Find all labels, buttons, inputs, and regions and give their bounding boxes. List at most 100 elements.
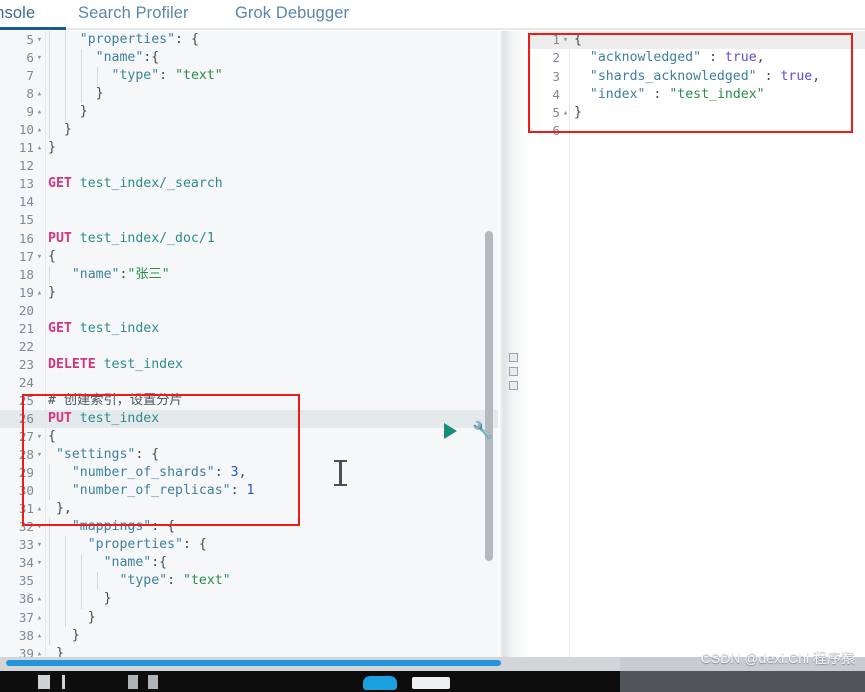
line-number: 16 (18, 230, 34, 246)
editor-line[interactable]: 28 ▾ "settings": { (0, 446, 498, 464)
editor-line[interactable]: 37 ▴ } (0, 608, 498, 627)
request-editor[interactable]: 5 ▾ "properties": {6 ▾ "name":{7 "type": "… (0, 31, 498, 671)
taskbar-tray[interactable] (620, 671, 865, 692)
fold-toggle-icon[interactable]: ▴ (35, 590, 44, 608)
code-text: GET test_index (48, 320, 160, 336)
editor-line[interactable]: 35 "type": "text" (0, 572, 498, 591)
editor-line[interactable]: 10 ▴ } (0, 121, 498, 140)
splitter-drag-handle[interactable] (509, 353, 518, 393)
line-number: 18 (18, 266, 34, 282)
editor-line[interactable]: 26 PUT test_index (0, 409, 498, 429)
editor-line[interactable]: 12 (0, 157, 498, 175)
fold-toggle-icon[interactable]: ▾ (35, 518, 44, 536)
editor-line[interactable]: 18 "name":"张三" (0, 265, 498, 284)
code-text: # 创建索引，设置分片 (48, 392, 183, 408)
os-taskbar[interactable] (0, 671, 865, 692)
kibana-console-window: onsole Search Profiler Grok Debugger 5▾ … (0, 0, 865, 692)
code-text: PUT test_index (48, 410, 160, 426)
editor-line[interactable]: 7 "type": "text" (0, 67, 498, 86)
code-text: }, (55, 501, 72, 517)
line-number: 34 (18, 555, 34, 571)
fold-toggle-icon[interactable]: ▾ (561, 31, 570, 49)
fold-toggle-icon[interactable]: ▾ (35, 248, 44, 266)
editor-line[interactable]: 17 ▾{ (0, 248, 498, 266)
tab-console[interactable]: onsole (0, 0, 66, 30)
editor-line[interactable]: 22 (0, 338, 498, 356)
line-number: 5 (552, 105, 560, 121)
fold-toggle-icon[interactable]: ▴ (35, 284, 44, 302)
tab-grok-debugger[interactable]: Grok Debugger (235, 0, 380, 30)
fold-toggle-icon[interactable]: ▾ (35, 428, 44, 446)
taskbar-icon[interactable] (62, 675, 65, 689)
code-text: { (48, 429, 56, 445)
editor-line[interactable]: 25 # 创建索引，设置分片 (0, 392, 498, 410)
editor-line[interactable]: 38 ▴ } (0, 626, 498, 645)
editor-line[interactable]: 11 ▴} (0, 139, 498, 157)
fold-toggle-icon[interactable]: ▴ (35, 103, 44, 121)
editor-line[interactable]: 34 ▾ "name":{ (0, 554, 498, 573)
line-number: 29 (18, 465, 34, 481)
horizontal-scrollbar-thumb[interactable] (6, 660, 501, 666)
editor-line[interactable]: 29 "number_of_shards": 3, (0, 464, 498, 483)
fold-toggle-icon[interactable]: ▴ (35, 121, 44, 139)
line-number: 38 (18, 627, 34, 643)
fold-toggle-icon[interactable]: ▾ (35, 31, 44, 49)
response-line: 1 ▾ { (530, 31, 865, 50)
fold-toggle-icon[interactable]: ▴ (35, 139, 44, 157)
wrench-icon[interactable]: 🔧 (472, 420, 494, 442)
line-number: 4 (552, 86, 560, 102)
fold-toggle-icon[interactable]: ▾ (35, 49, 44, 67)
editor-line[interactable]: 32 ▾ "mappings": { (0, 518, 498, 537)
fold-toggle-icon[interactable]: ▴ (35, 85, 44, 103)
taskbar-icon[interactable] (128, 675, 138, 689)
taskbar-app-icon[interactable] (363, 676, 397, 690)
editor-line[interactable]: 14 (0, 193, 498, 211)
editor-line[interactable]: 36 ▴ } (0, 590, 498, 609)
splitter-dot (509, 367, 518, 376)
code-text: } (574, 105, 582, 121)
editor-line[interactable]: 33 ▾ "properties": { (0, 536, 498, 555)
code-text: } (79, 104, 88, 120)
taskbar-icon[interactable] (38, 675, 50, 689)
request-action-controls[interactable]: 🔧 (444, 420, 500, 444)
fold-toggle-icon[interactable]: ▴ (35, 609, 44, 627)
watermark: CSDN @dexi.Chi 程序猿 (700, 650, 855, 666)
editor-line[interactable]: 31 ▴ }, (0, 500, 498, 518)
editor-vertical-scrollbar[interactable] (485, 231, 493, 561)
editor-line[interactable]: 8 ▴ } (0, 85, 498, 104)
fold-toggle-icon[interactable]: ▴ (35, 500, 44, 518)
editor-line[interactable]: 13 GET test_index/_search (0, 175, 498, 193)
editor-line[interactable]: 5 ▾ "properties": { (0, 31, 498, 50)
editor-content[interactable]: 5 ▾ "properties": {6 ▾ "name":{7 "type": "… (0, 31, 498, 671)
tab-search-profiler[interactable]: Search Profiler (78, 0, 228, 30)
taskbar-app-icon[interactable] (412, 677, 450, 689)
line-number: 20 (18, 302, 34, 318)
pane-splitter[interactable] (498, 31, 530, 671)
line-number: 3 (552, 68, 560, 84)
fold-toggle-icon[interactable]: ▾ (35, 446, 44, 464)
fold-toggle-icon[interactable]: ▴ (35, 627, 44, 645)
editor-line[interactable]: 21 GET test_index (0, 320, 498, 338)
editor-line[interactable]: 27 ▾{ (0, 428, 498, 446)
editor-line[interactable]: 30 "number_of_replicas": 1 (0, 482, 498, 501)
editor-line[interactable]: 24 (0, 374, 498, 392)
editor-line[interactable]: 16 PUT test_index/_doc/1 (0, 230, 498, 248)
code-text: "name":{ (95, 50, 160, 66)
fold-toggle-icon[interactable]: ▾ (35, 554, 44, 572)
fold-toggle-icon[interactable]: ▴ (561, 104, 570, 122)
play-icon[interactable] (444, 423, 457, 439)
editor-line[interactable]: 6 ▾ "name":{ (0, 49, 498, 68)
response-line: 6 (530, 122, 865, 140)
taskbar-icon[interactable] (148, 675, 158, 689)
editor-line[interactable]: 19 ▴} (0, 284, 498, 302)
editor-line[interactable]: 9 ▴ } (0, 103, 498, 122)
editor-line[interactable]: 15 (0, 211, 498, 229)
line-number: 6 (552, 123, 560, 139)
splitter-dot (509, 381, 518, 390)
editor-line[interactable]: 20 (0, 302, 498, 320)
code-text: } (95, 86, 104, 102)
editor-line[interactable]: 23 DELETE test_index (0, 356, 498, 374)
response-panel[interactable]: 1 ▾{2 "acknowledged" : true, 3 "shards_ack… (530, 31, 865, 671)
fold-toggle-icon[interactable]: ▾ (35, 536, 44, 554)
line-number: 1 (552, 32, 560, 47)
